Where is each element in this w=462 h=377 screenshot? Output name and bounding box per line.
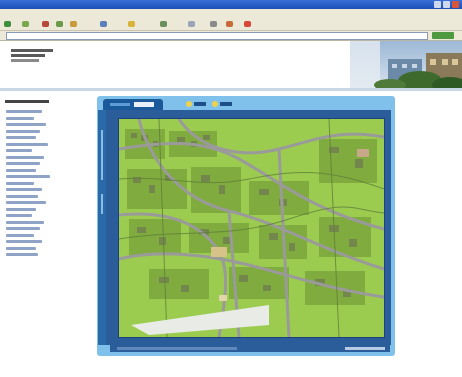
sidebar-item[interactable]: [6, 201, 46, 204]
sidebar-item[interactable]: [6, 162, 40, 165]
zoom-in-icon[interactable]: [186, 101, 192, 107]
search-icon[interactable]: [100, 21, 107, 27]
sidebar-item[interactable]: [6, 253, 38, 256]
stop-icon[interactable]: [42, 21, 49, 27]
address-bar: [0, 31, 462, 41]
building-marker[interactable]: [357, 149, 369, 157]
banner-photo-image: [350, 41, 462, 88]
side-toolbar-bar: [101, 194, 103, 214]
sidebar-item[interactable]: [6, 227, 40, 230]
sidebar-item[interactable]: [6, 175, 50, 178]
close-button[interactable]: [452, 1, 459, 8]
sidebar-item[interactable]: [6, 155, 44, 159]
forward-icon[interactable]: [22, 21, 29, 27]
map-title-left-bar: [110, 103, 130, 106]
sidebar-heading-bar: [5, 100, 49, 103]
minimize-button[interactable]: [434, 1, 441, 8]
tab-right[interactable]: [220, 102, 232, 106]
banner-divider: [0, 88, 462, 91]
refresh-icon[interactable]: [56, 21, 63, 27]
home-icon[interactable]: [70, 21, 77, 27]
sidebar-item[interactable]: [6, 188, 42, 191]
sidebar-item[interactable]: [6, 129, 40, 133]
sidebar-item[interactable]: [6, 246, 36, 250]
sidebar-item[interactable]: [6, 149, 32, 152]
map-copyright: [345, 347, 385, 350]
sidebar-item[interactable]: [6, 181, 34, 185]
sidebar-item[interactable]: [6, 168, 36, 172]
banner-photo: [350, 41, 462, 88]
sidebar-item[interactable]: [6, 123, 46, 126]
site-logo[interactable]: [11, 49, 57, 65]
sidebar-item[interactable]: [6, 116, 34, 120]
go-button[interactable]: [432, 32, 454, 39]
sidebar-item[interactable]: [6, 214, 32, 217]
sidebar-item[interactable]: [6, 142, 48, 146]
tab-left[interactable]: [194, 102, 206, 106]
mail-icon[interactable]: [188, 21, 195, 27]
building-marker[interactable]: [219, 295, 227, 301]
back-icon[interactable]: [4, 21, 11, 27]
favorites-icon[interactable]: [128, 21, 135, 27]
campus-map-drawing[interactable]: [119, 119, 384, 337]
print-icon[interactable]: [210, 21, 217, 27]
sidebar-item[interactable]: [6, 240, 42, 243]
edit-icon[interactable]: [226, 21, 233, 27]
campus-map[interactable]: [118, 118, 385, 338]
browser-title-bar: [0, 0, 462, 9]
address-input[interactable]: [6, 32, 428, 40]
history-icon[interactable]: [160, 21, 167, 27]
maximize-button[interactable]: [443, 1, 450, 8]
sidebar-item[interactable]: [6, 220, 44, 224]
discuss-icon[interactable]: [244, 21, 251, 27]
sidebar-item[interactable]: [6, 233, 34, 237]
menu-bar: [0, 9, 462, 18]
zoom-out-icon[interactable]: [212, 101, 218, 107]
map-title-badge: [134, 102, 154, 107]
building-marker[interactable]: [211, 247, 227, 257]
sidebar-item[interactable]: [6, 207, 36, 211]
map-side-toolbar: [98, 110, 106, 345]
side-toolbar-bar: [101, 130, 103, 180]
sidebar-item[interactable]: [6, 136, 36, 139]
sidebar-item[interactable]: [6, 194, 38, 198]
sidebar-item[interactable]: [6, 110, 42, 113]
map-footer-links[interactable]: [117, 347, 237, 350]
browser-toolbar: [0, 18, 462, 31]
